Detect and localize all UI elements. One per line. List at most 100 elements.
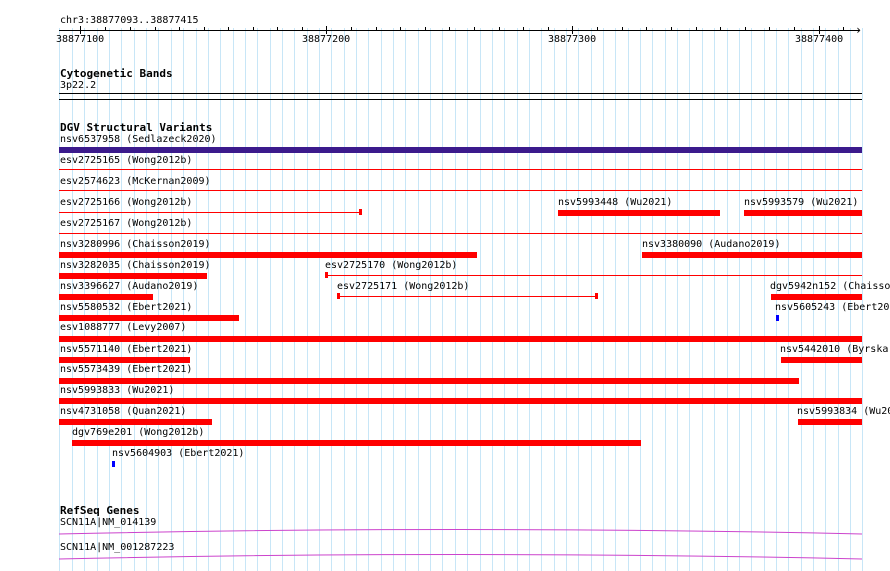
ruler-minor-tick xyxy=(622,27,623,31)
grid-line xyxy=(677,28,678,571)
dgv-feature-label[interactable]: esv2725170 (Wong2012b) xyxy=(325,260,457,272)
dgv-feature-label[interactable]: nsv3282035 (Chaisson2019) xyxy=(60,260,211,272)
dgv-feature-bar[interactable] xyxy=(59,273,207,279)
grid-line xyxy=(282,28,283,571)
dgv-feature-bar[interactable] xyxy=(59,378,799,384)
refseq-gene-line[interactable] xyxy=(59,525,863,537)
grid-line xyxy=(294,28,295,571)
dgv-feature-bar[interactable] xyxy=(642,252,862,258)
dgv-feature-bar[interactable] xyxy=(781,357,862,363)
dgv-feature-label[interactable]: nsv3396627 (Audano2019) xyxy=(60,281,198,293)
dgv-feature-bar[interactable] xyxy=(59,419,212,425)
dgv-feature-label[interactable]: esv2574623 (McKernan2009) xyxy=(60,176,211,188)
grid-line xyxy=(541,28,542,571)
grid-line xyxy=(183,28,184,571)
dgv-feature-label[interactable]: nsv3280996 (Chaisson2019) xyxy=(60,239,211,251)
ruler-minor-tick xyxy=(597,27,598,31)
grid-line xyxy=(418,28,419,571)
dgv-feature-label[interactable]: nsv5993834 (Wu20 xyxy=(797,406,890,418)
dgv-feature-label[interactable]: dgv5942n152 (Chaisso xyxy=(770,281,890,293)
ruler-tick-label: 38877100 xyxy=(56,34,105,45)
ruler-minor-tick xyxy=(179,27,180,31)
dgv-feature-label[interactable]: nsv5573439 (Ebert2021) xyxy=(60,364,192,376)
dgv-feature-label[interactable]: nsv6537958 (Sedlazeck2020) xyxy=(60,134,217,146)
dgv-track-title: DGV Structural Variants xyxy=(60,121,213,134)
ruler-minor-tick xyxy=(696,27,697,31)
dgv-feature-label[interactable]: esv1088777 (Levy2007) xyxy=(60,322,186,334)
dgv-feature-bar[interactable] xyxy=(59,294,153,300)
dgv-feature-end-cap xyxy=(359,209,362,215)
dgv-feature-label[interactable]: esv2725171 (Wong2012b) xyxy=(337,281,469,293)
dgv-feature-label[interactable]: nsv5993833 (Wu2021) xyxy=(60,385,174,397)
dgv-feature-bar[interactable] xyxy=(59,398,862,404)
grid-line xyxy=(689,28,690,571)
dgv-feature-bar[interactable] xyxy=(112,461,115,467)
dgv-feature-label[interactable]: esv2725165 (Wong2012b) xyxy=(60,155,192,167)
grid-line xyxy=(158,28,159,571)
grid-line xyxy=(578,28,579,571)
ruler-minor-tick xyxy=(745,27,746,31)
dgv-feature-label[interactable]: esv2725167 (Wong2012b) xyxy=(60,218,192,230)
dgv-feature-label[interactable]: nsv5571140 (Ebert2021) xyxy=(60,344,192,356)
dgv-feature-label[interactable]: esv2725166 (Wong2012b) xyxy=(60,197,192,209)
ruler-tick-label: 38877200 xyxy=(302,34,351,45)
dgv-feature-bar[interactable] xyxy=(72,440,641,446)
ruler-minor-tick xyxy=(351,27,352,31)
dgv-feature-bar[interactable] xyxy=(59,357,190,363)
dgv-feature-label[interactable]: nsv3380090 (Audano2019) xyxy=(642,239,780,251)
grid-line xyxy=(862,28,863,571)
dgv-feature-bar[interactable] xyxy=(771,294,862,300)
grid-line xyxy=(245,28,246,571)
ruler-minor-tick xyxy=(204,27,205,31)
dgv-feature-label[interactable]: nsv5604903 (Ebert2021) xyxy=(112,448,244,460)
dgv-feature-bar[interactable] xyxy=(59,336,862,342)
ruler-minor-tick xyxy=(400,27,401,31)
refseq-gene-line[interactable] xyxy=(59,550,863,562)
dgv-feature-label[interactable]: nsv5993448 (Wu2021) xyxy=(558,197,672,209)
grid-line xyxy=(603,28,604,571)
dgv-feature-bar[interactable] xyxy=(59,315,239,321)
grid-line xyxy=(307,28,308,571)
dgv-feature-bar[interactable] xyxy=(59,190,862,191)
dgv-feature-label[interactable]: nsv4731058 (Quan2021) xyxy=(60,406,186,418)
dgv-feature-label[interactable]: nsv5605243 (Ebert20 xyxy=(775,302,889,314)
dgv-feature-bar[interactable] xyxy=(776,315,779,321)
dgv-feature-label[interactable]: dgv769e201 (Wong2012b) xyxy=(72,427,204,439)
dgv-feature-bar[interactable] xyxy=(59,252,477,258)
ruler-minor-tick xyxy=(474,27,475,31)
dgv-feature-bar[interactable] xyxy=(558,210,720,216)
dgv-feature-bar[interactable] xyxy=(798,419,862,425)
dgv-feature-bar[interactable] xyxy=(744,210,862,216)
grid-line xyxy=(665,28,666,571)
ruler-minor-tick xyxy=(253,27,254,31)
grid-line xyxy=(270,28,271,571)
ruler-minor-tick xyxy=(449,27,450,31)
grid-line xyxy=(566,28,567,571)
dgv-feature-bar[interactable] xyxy=(59,212,360,213)
dgv-feature-bar[interactable] xyxy=(59,233,862,234)
dgv-feature-label[interactable]: nsv5580532 (Ebert2021) xyxy=(60,302,192,314)
grid-line xyxy=(628,28,629,571)
grid-line xyxy=(739,28,740,571)
dgv-feature-bar[interactable] xyxy=(337,296,597,297)
ruler-minor-tick xyxy=(155,27,156,31)
ruler-minor-tick xyxy=(671,27,672,31)
grid-line xyxy=(751,28,752,571)
dgv-feature-label[interactable]: nsv5442010 (Byrska xyxy=(780,344,888,356)
refseq-gene-path xyxy=(59,529,863,535)
dgv-feature-label[interactable]: nsv5993579 (Wu2021) xyxy=(744,197,858,209)
cytoband-line-top xyxy=(59,93,862,94)
genome-browser-panel: chr3:38877093..38877415 › 38877100 388772… xyxy=(0,0,890,571)
grid-line xyxy=(430,28,431,571)
grid-line xyxy=(381,28,382,571)
ruler-tick xyxy=(572,26,573,34)
dgv-feature-start-cap xyxy=(337,293,340,299)
cytoband-line-bottom xyxy=(59,99,862,100)
dgv-feature-bar[interactable] xyxy=(59,147,862,153)
grid-line xyxy=(652,28,653,571)
grid-line xyxy=(591,28,592,571)
grid-line xyxy=(727,28,728,571)
dgv-feature-bar[interactable] xyxy=(59,169,862,170)
dgv-feature-bar[interactable] xyxy=(325,275,862,276)
ruler-minor-tick xyxy=(499,27,500,31)
